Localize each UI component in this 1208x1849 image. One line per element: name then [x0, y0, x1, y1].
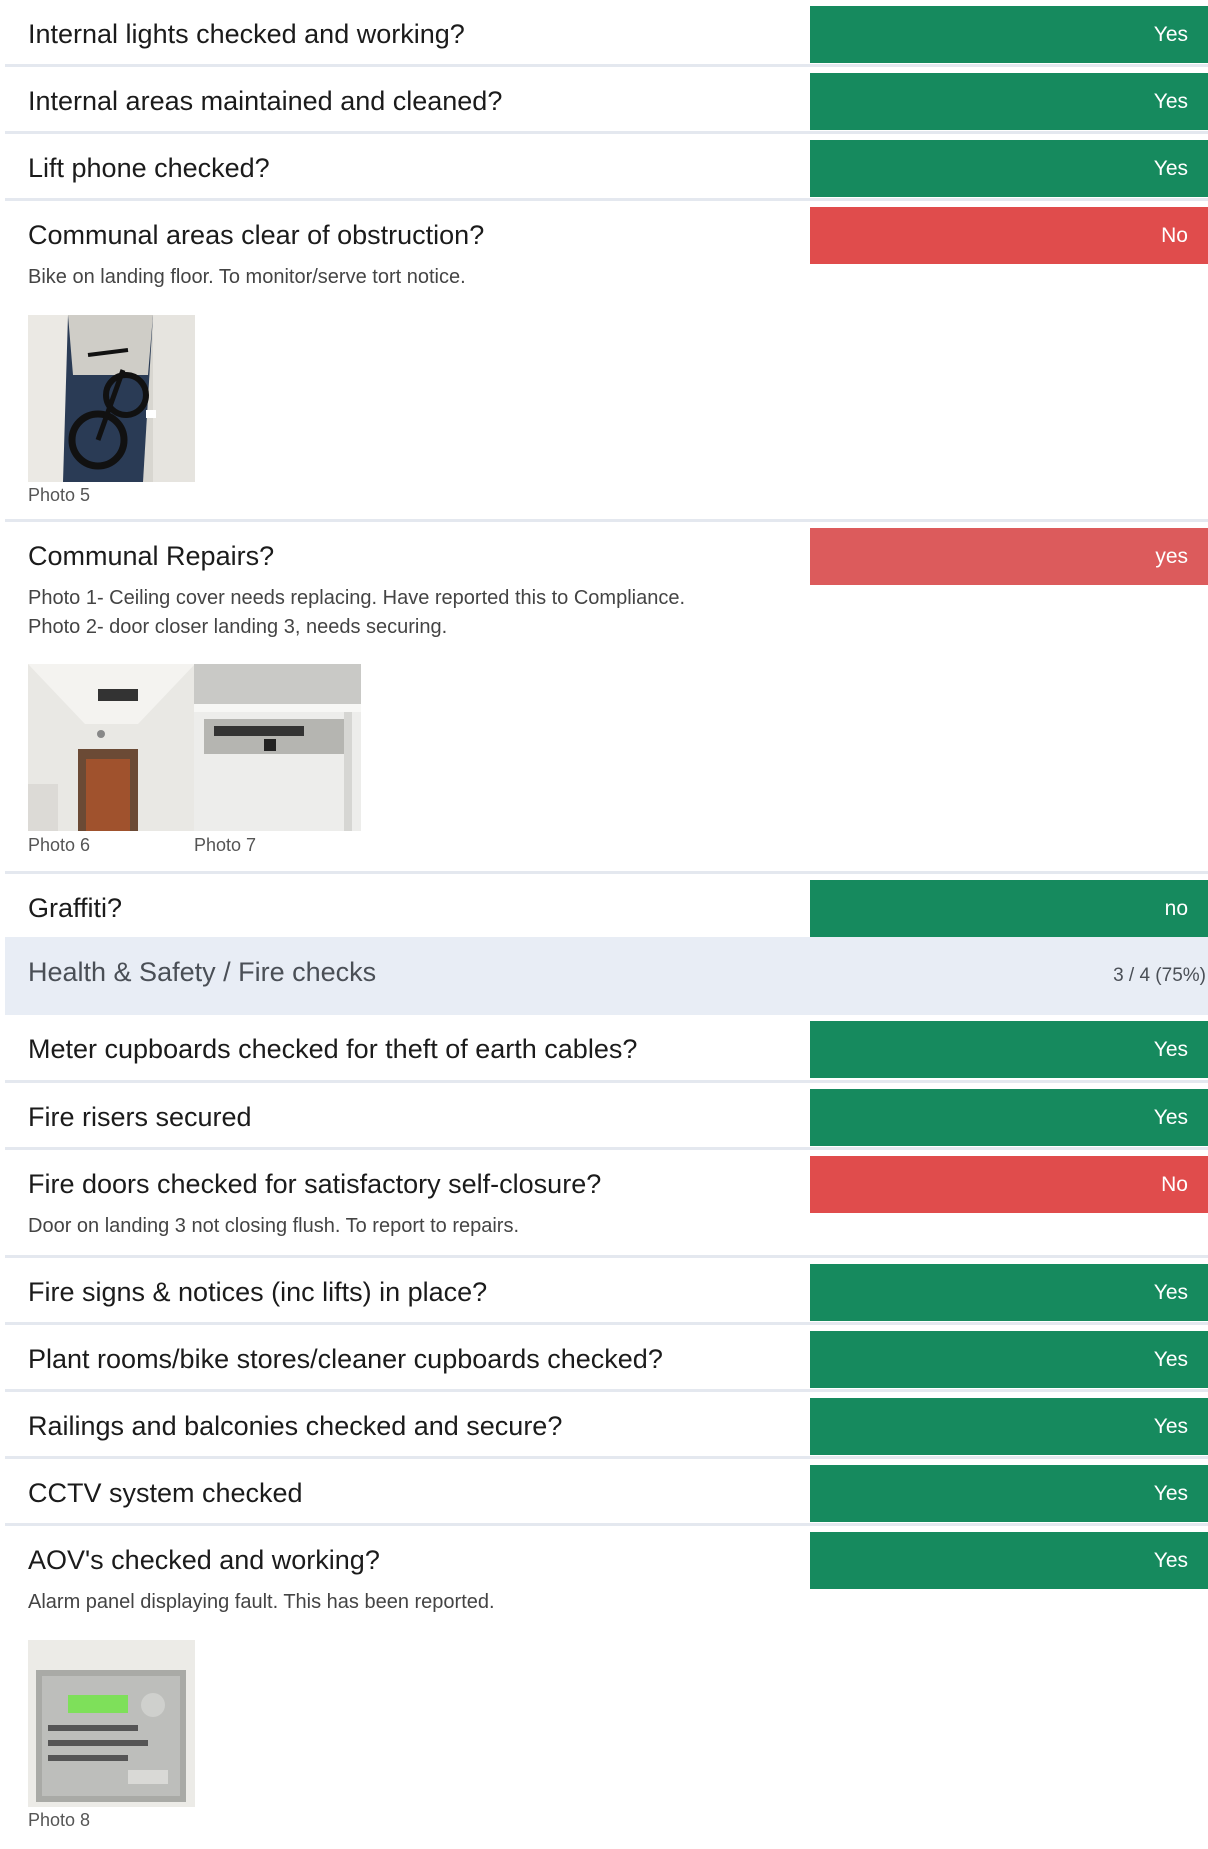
checklist-item: Plant rooms/bike stores/cleaner cupboard… [5, 1325, 1208, 1392]
checklist-item: Meter cupboards checked for theft of ear… [5, 1015, 1208, 1083]
photo-caption: Photo 5 [28, 485, 91, 505]
question-text: Internal lights checked and working? [28, 19, 465, 49]
section-header: Health & Safety / Fire checks 3 / 4 (75%… [5, 937, 1208, 1015]
answer-badge: yes [810, 528, 1208, 585]
question-text: Graffiti? [28, 893, 123, 923]
item-note: Door on landing 3 not closing flush. To … [28, 1215, 520, 1237]
question-text: AOV's checked and working? [28, 1545, 380, 1575]
answer-badge: Yes [810, 140, 1208, 197]
section-title: Health & Safety / Fire checks [28, 957, 377, 987]
question-text: Internal areas maintained and cleaned? [28, 86, 503, 116]
door-closer-photo-image [194, 664, 361, 831]
question-text: Lift phone checked? [28, 153, 270, 183]
checklist-item: AOV's checked and working? Yes Alarm pan… [5, 1526, 1208, 1830]
checklist-item: Communal areas clear of obstruction? No … [5, 201, 1208, 522]
question-text: Plant rooms/bike stores/cleaner cupboard… [28, 1344, 663, 1374]
answer-badge: Yes [810, 1398, 1208, 1455]
answer-badge: Yes [810, 1331, 1208, 1388]
answer-badge: Yes [810, 1021, 1208, 1078]
answer-badge: No [810, 1156, 1208, 1213]
item-note: Bike on landing floor. To monitor/serve … [28, 266, 466, 288]
checklist-item: Lift phone checked? Yes [5, 134, 1208, 201]
photo-caption: Photo 6 [28, 835, 91, 855]
item-note: Alarm panel displaying fault. This has b… [28, 1591, 495, 1613]
item-note: Photo 1- Ceiling cover needs replacing. … [28, 587, 686, 638]
checklist-item: Internal lights checked and working? Yes [5, 0, 1208, 67]
photo-caption: Photo 8 [28, 1810, 91, 1830]
question-text: Communal areas clear of obstruction? [28, 220, 485, 250]
question-text: Fire doors checked for satisfactory self… [28, 1169, 602, 1199]
question-text: Communal Repairs? [28, 541, 275, 571]
checklist-item: Railings and balconies checked and secur… [5, 1392, 1208, 1459]
answer-badge: Yes [810, 1264, 1208, 1321]
ceiling-photo-image [28, 664, 195, 831]
answer-badge: no [810, 880, 1208, 937]
question-text: Railings and balconies checked and secur… [28, 1411, 563, 1441]
inspection-report: Internal lights checked and working? Yes… [0, 0, 1208, 1830]
answer-badge: No [810, 207, 1208, 264]
answer-badge: Yes [810, 73, 1208, 130]
alarm-panel-photo-image [28, 1640, 195, 1807]
question-text: Meter cupboards checked for theft of ear… [28, 1034, 638, 1064]
photo-thumbnail[interactable] [194, 664, 361, 831]
checklist-item: Internal areas maintained and cleaned? Y… [5, 67, 1208, 134]
answer-badge: Yes [810, 1532, 1208, 1589]
checklist-item: CCTV system checked Yes [5, 1459, 1208, 1526]
answer-badge: Yes [810, 1089, 1208, 1146]
checklist-item: Fire doors checked for satisfactory self… [5, 1150, 1208, 1258]
checklist-item: Fire risers secured Yes [5, 1083, 1208, 1150]
answer-badge: Yes [810, 1465, 1208, 1522]
question-text: Fire risers secured [28, 1102, 252, 1132]
section-score: 3 / 4 (75%) [1113, 965, 1206, 986]
photo-thumbnail[interactable] [28, 664, 195, 831]
bike-photo-image [28, 315, 195, 482]
checklist-item: Fire signs & notices (inc lifts) in plac… [5, 1258, 1208, 1325]
answer-badge: Yes [810, 6, 1208, 63]
checklist-item: Communal Repairs? yes Photo 1- Ceiling c… [5, 522, 1208, 874]
checklist-item: Graffiti? no [5, 874, 1208, 937]
photo-thumbnail[interactable] [28, 315, 195, 482]
photo-thumbnail[interactable] [28, 1640, 195, 1807]
question-text: CCTV system checked [28, 1478, 303, 1508]
photo-caption: Photo 7 [194, 835, 257, 855]
question-text: Fire signs & notices (inc lifts) in plac… [28, 1277, 488, 1307]
